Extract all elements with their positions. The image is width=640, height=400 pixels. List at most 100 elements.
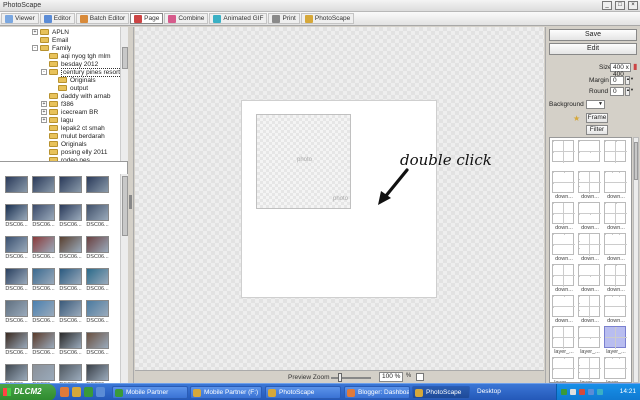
folder-tree[interactable]: rodeo pes... posing elly 2011 Originals mul…: [0, 27, 128, 162]
layout-template[interactable]: down...: [604, 233, 628, 262]
size-field[interactable]: 400 x 400: [610, 63, 631, 78]
tree-scrollbar[interactable]: [120, 27, 128, 161]
tree-item[interactable]: posing elly 2011: [41, 148, 108, 156]
splitter-grip[interactable]: [129, 195, 132, 209]
media-quick-launch-icon[interactable]: [96, 387, 105, 397]
antivirus-tray-icon[interactable]: [579, 389, 585, 395]
layout-template[interactable]: layer_...: [552, 326, 576, 355]
thumbnail[interactable]: DSC06...: [86, 268, 109, 292]
panel-splitter[interactable]: [128, 27, 134, 383]
thumbnail[interactable]: DSC06...: [86, 236, 109, 260]
thumbnail[interactable]: DSC06...: [5, 300, 28, 324]
layout-template[interactable]: [604, 140, 628, 163]
expand-icon[interactable]: +: [41, 101, 47, 107]
folder-quick-launch-icon[interactable]: [72, 387, 81, 397]
edit-button[interactable]: Edit: [549, 43, 637, 55]
thumbnail[interactable]: DSC06...: [32, 332, 55, 356]
start-button[interactable]: DLCM2: [0, 384, 56, 400]
chrome-quick-launch-icon[interactable]: [84, 387, 93, 397]
taskbar-item[interactable]: PhotoScape: [265, 386, 341, 399]
tree-item[interactable]: besday 2012: [41, 60, 98, 68]
thumbnail[interactable]: DSC06...: [86, 332, 109, 356]
layout-template[interactable]: layer_...: [578, 326, 602, 355]
tree-item[interactable]: + f386: [41, 100, 74, 108]
thumbnail[interactable]: DSC06...: [32, 268, 55, 292]
tree-item[interactable]: aqi nyog tgh mlm: [41, 52, 111, 60]
maximize-button[interactable]: □: [615, 1, 625, 10]
thumbnail[interactable]: DSC06...: [86, 300, 109, 324]
layout-template[interactable]: down...: [578, 295, 602, 324]
filter-button[interactable]: Filter: [586, 125, 608, 135]
bluetooth-tray-icon[interactable]: [588, 389, 594, 395]
collapse-icon[interactable]: -: [41, 69, 47, 75]
taskbar-item[interactable]: Mobile Partner (F:): [190, 386, 262, 399]
tree-item[interactable]: output: [50, 84, 88, 92]
taskbar-item[interactable]: Mobile Partner: [112, 386, 188, 399]
layout-template[interactable]: [578, 140, 602, 163]
expand-icon[interactable]: +: [41, 117, 47, 123]
tree-item[interactable]: + icecream BR: [41, 108, 98, 116]
round-field[interactable]: 0: [610, 87, 624, 96]
layout-template[interactable]: down...: [552, 171, 576, 200]
margin-spinner[interactable]: ▲▼: [625, 76, 634, 85]
layout-template[interactable]: down...: [552, 233, 576, 262]
thumbnail[interactable]: [59, 176, 82, 193]
tree-item[interactable]: mulut berdarah: [41, 132, 105, 140]
layout-template[interactable]: down...: [552, 202, 576, 231]
firefox-quick-launch-icon[interactable]: [60, 387, 69, 397]
tab-photoscape[interactable]: PhotoScape: [300, 13, 355, 24]
layout-scroll-thumb[interactable]: [634, 142, 638, 180]
thumbnail[interactable]: DSC06...: [59, 268, 82, 292]
desktop-toolbar-label[interactable]: Desktop: [477, 388, 501, 395]
tree-item[interactable]: + lagu: [41, 116, 73, 124]
tree-item[interactable]: - century pines resort: [41, 67, 123, 77]
margin-field[interactable]: 0: [610, 76, 624, 85]
thumbnail[interactable]: DSC06...: [86, 204, 109, 228]
layout-template[interactable]: down...: [578, 171, 602, 200]
thumbnail[interactable]: [5, 176, 28, 193]
save-button[interactable]: Save: [549, 29, 637, 41]
thumbnail[interactable]: DSC06...: [5, 332, 28, 356]
thumbnail[interactable]: [32, 176, 55, 193]
thumbnail[interactable]: DSC06...: [59, 204, 82, 228]
volume-tray-icon[interactable]: [570, 389, 576, 395]
layout-template[interactable]: [552, 140, 576, 163]
thumbnail[interactable]: DSC06...: [32, 204, 55, 228]
layout-template[interactable]: down...: [604, 295, 628, 324]
thumbnail-scrollbar[interactable]: [120, 174, 128, 398]
layout-template[interactable]: down...: [552, 264, 576, 293]
tab-page[interactable]: Page: [130, 13, 164, 24]
thumbnail[interactable]: DSC06...: [5, 204, 28, 228]
network-tray-icon[interactable]: [561, 389, 567, 395]
layout-template[interactable]: layer_...: [604, 326, 628, 355]
tab-batch-editor[interactable]: Batch Editor: [75, 13, 130, 24]
layout-template[interactable]: down...: [578, 264, 602, 293]
tab-viewer[interactable]: Viewer: [1, 13, 39, 24]
tree-item[interactable]: Originals: [50, 76, 96, 84]
tab-combine[interactable]: Combine: [164, 13, 209, 24]
thumbnail[interactable]: DSC06...: [32, 236, 55, 260]
layout-template[interactable]: down...: [578, 233, 602, 262]
layout-template[interactable]: down...: [604, 202, 628, 231]
zoom-slider-track[interactable]: [331, 377, 371, 379]
tree-item[interactable]: Email: [32, 36, 68, 44]
layout-scrollbar[interactable]: [633, 137, 639, 383]
trash-icon[interactable]: ▮: [633, 62, 637, 71]
minimize-button[interactable]: _: [602, 1, 612, 10]
layout-template[interactable]: layer_...: [604, 357, 628, 382]
update-tray-icon[interactable]: [597, 389, 603, 395]
zoom-fit-icon[interactable]: [416, 373, 424, 381]
tree-item[interactable]: lepak2 ct smah: [41, 124, 105, 132]
layout-template[interactable]: down...: [578, 202, 602, 231]
tab-editor[interactable]: Editor: [39, 13, 75, 24]
thumbnail[interactable]: DSC06...: [59, 332, 82, 356]
photo-slot[interactable]: photo photo: [256, 114, 351, 209]
expand-icon[interactable]: +: [32, 29, 38, 35]
tab-print[interactable]: Print: [268, 13, 300, 24]
thumbnail[interactable]: DSC06...: [59, 236, 82, 260]
layout-template[interactable]: down...: [552, 295, 576, 324]
layout-template[interactable]: down...: [604, 264, 628, 293]
background-color-picker[interactable]: ▼: [586, 100, 605, 109]
expand-icon[interactable]: +: [41, 109, 47, 115]
layout-template[interactable]: layer_...: [552, 357, 576, 382]
